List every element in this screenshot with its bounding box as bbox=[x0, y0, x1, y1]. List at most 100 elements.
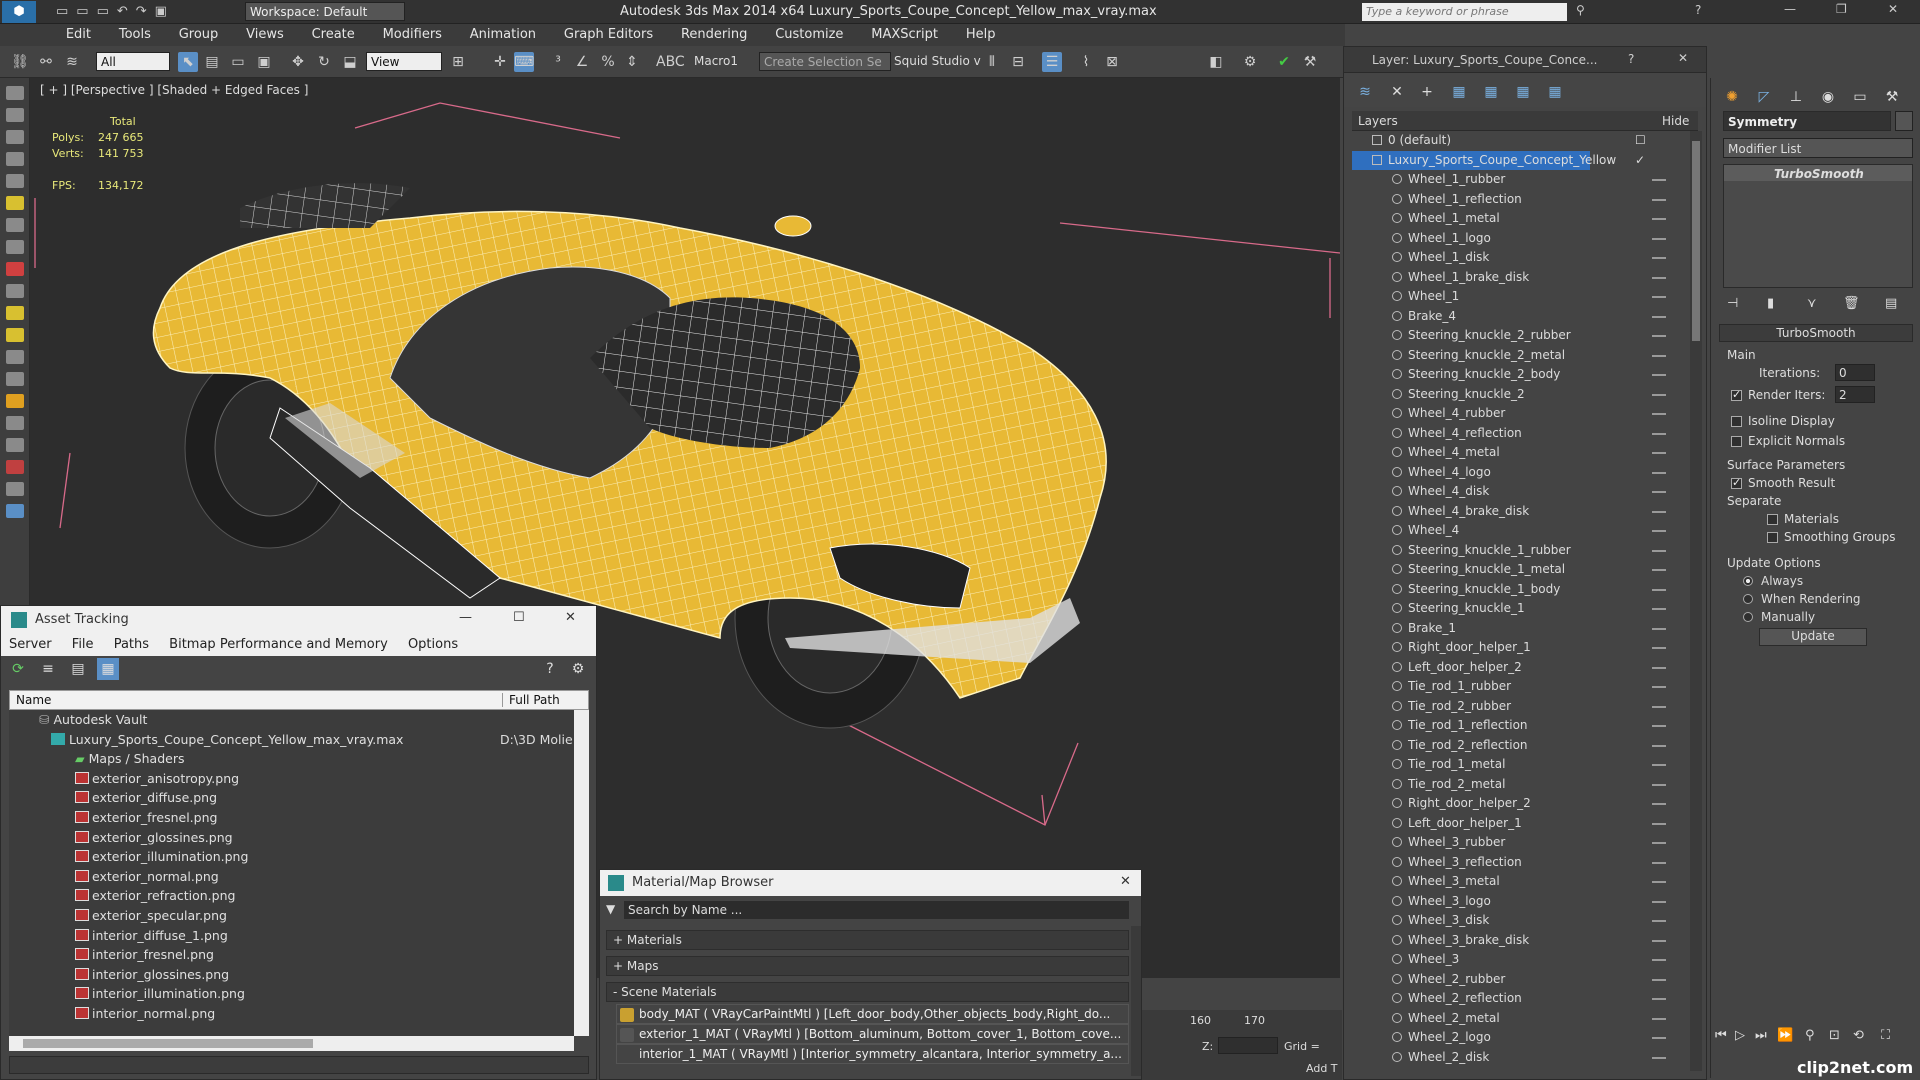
macro-label[interactable]: Macro1 bbox=[694, 54, 738, 68]
spinner-snap-icon[interactable]: ⇕ bbox=[622, 52, 642, 72]
render-iters-spinner[interactable]: 2 bbox=[1835, 386, 1875, 403]
layer-row[interactable]: Right_door_helper_2 bbox=[1352, 794, 1682, 814]
asset-file-row[interactable]: exterior_glossines.png bbox=[9, 828, 574, 848]
asset-file-row[interactable]: interior_glossines.png bbox=[9, 965, 574, 985]
detail-view-icon[interactable]: ▤ bbox=[67, 658, 89, 680]
tool-icon[interactable] bbox=[6, 460, 24, 474]
hide-toggle[interactable] bbox=[1652, 881, 1666, 883]
manually-radio[interactable] bbox=[1743, 612, 1753, 622]
layer-explorer-title[interactable]: Layer: Luxury_Sports_Coupe_Conce... ? ✕ bbox=[1344, 47, 1706, 73]
asset-file-row[interactable]: exterior_fresnel.png bbox=[9, 808, 574, 828]
menu-options[interactable]: Options bbox=[400, 634, 466, 652]
asset-vscrollbar[interactable] bbox=[574, 710, 589, 1036]
scene-material-row[interactable]: interior_1_MAT ( VRayMtl ) [Interior_sym… bbox=[616, 1044, 1129, 1064]
tool-icon[interactable] bbox=[6, 306, 24, 320]
add-layer-icon[interactable]: + bbox=[1416, 81, 1438, 103]
hide-toggle[interactable] bbox=[1652, 393, 1666, 396]
select-object-icon[interactable]: ⬉ bbox=[178, 52, 198, 72]
tool-icon[interactable] bbox=[6, 130, 24, 144]
layer-row[interactable]: Wheel_2_logo bbox=[1352, 1028, 1682, 1048]
highlight-layer-icon[interactable]: ▦ bbox=[1512, 81, 1534, 103]
layer-row[interactable]: Tie_rod_2_reflection bbox=[1352, 736, 1682, 756]
tool-icon[interactable] bbox=[6, 240, 24, 254]
unlink-icon[interactable]: ⚯ bbox=[36, 52, 56, 72]
layer-row[interactable]: Wheel_2_reflection bbox=[1352, 989, 1682, 1009]
maximize-button[interactable]: ☐ bbox=[513, 610, 525, 625]
materials-group[interactable]: + Materials bbox=[606, 930, 1129, 950]
minimize-button[interactable]: — bbox=[459, 610, 472, 625]
layer-row[interactable]: Wheel_4_logo bbox=[1352, 463, 1682, 483]
layer-row[interactable]: Wheel_3_disk bbox=[1352, 911, 1682, 931]
explicit-normals-checkbox[interactable] bbox=[1731, 436, 1742, 447]
hide-toggle[interactable] bbox=[1652, 374, 1666, 376]
material-search-input[interactable]: Search by Name ... bbox=[624, 901, 1129, 919]
tool-icon[interactable] bbox=[6, 86, 24, 100]
asset-file-row[interactable]: exterior_illumination.png bbox=[9, 847, 574, 867]
asset-hscrollbar[interactable] bbox=[9, 1036, 574, 1051]
scene-material-row[interactable]: exterior_1_MAT ( VRayMtl ) [Bottom_alumi… bbox=[616, 1024, 1129, 1044]
motion-tab-icon[interactable]: ◉ bbox=[1817, 86, 1839, 108]
menu-customize[interactable]: Customize bbox=[763, 24, 855, 42]
layer-row[interactable]: Wheel_2_disk bbox=[1352, 1048, 1682, 1068]
tool-icon[interactable] bbox=[6, 196, 24, 210]
layer-row[interactable]: Tie_rod_1_reflection bbox=[1352, 716, 1682, 736]
tool-icon[interactable] bbox=[6, 152, 24, 166]
asset-file-row[interactable]: interior_illumination.png bbox=[9, 984, 574, 1004]
percent-snap-icon[interactable]: % bbox=[598, 52, 618, 72]
isoline-checkbox[interactable] bbox=[1731, 416, 1742, 427]
hide-toggle[interactable] bbox=[1652, 1017, 1666, 1020]
hide-toggle[interactable] bbox=[1652, 569, 1666, 571]
keyboard-shortcut-icon[interactable]: ⌨ bbox=[514, 52, 534, 72]
smooth-result-checkbox[interactable] bbox=[1731, 476, 1742, 489]
browser-options-icon[interactable]: ▼ bbox=[606, 902, 615, 916]
when-rendering-radio[interactable] bbox=[1743, 594, 1753, 604]
modifier-stack[interactable]: TurboSmooth bbox=[1723, 164, 1913, 288]
tool-icon[interactable] bbox=[6, 262, 24, 276]
help-icon[interactable]: ? bbox=[1628, 52, 1634, 66]
pivot-icon[interactable]: ⊞ bbox=[448, 52, 468, 72]
layer-row[interactable]: Wheel_1 bbox=[1352, 287, 1682, 307]
hide-toggle[interactable] bbox=[1652, 686, 1666, 688]
layer-row[interactable]: Wheel_1_rubber bbox=[1352, 170, 1682, 190]
layer-row[interactable]: Wheel_4 bbox=[1352, 521, 1682, 541]
make-unique-icon[interactable]: ⋎ bbox=[1807, 296, 1817, 311]
update-button[interactable]: Update bbox=[1759, 628, 1867, 646]
tree-row-vault[interactable]: ⛁ Autodesk Vault bbox=[9, 710, 574, 730]
hide-toggle[interactable] bbox=[1652, 822, 1666, 825]
tool-icon[interactable] bbox=[6, 108, 24, 122]
material-editor-icon[interactable]: ◧ bbox=[1206, 52, 1226, 72]
hide-toggle[interactable] bbox=[1652, 296, 1666, 298]
hide-toggle[interactable] bbox=[1652, 198, 1666, 201]
hide-toggle[interactable] bbox=[1652, 549, 1666, 552]
hide-toggle[interactable] bbox=[1652, 354, 1666, 357]
rotate-icon[interactable]: ↻ bbox=[314, 52, 334, 72]
rollout-header[interactable]: TurboSmooth bbox=[1719, 324, 1913, 342]
go-start-icon[interactable]: ⏮ bbox=[1715, 1028, 1727, 1043]
play-icon[interactable]: ▷ bbox=[1735, 1028, 1745, 1043]
minimize-button[interactable]: — bbox=[1784, 2, 1796, 16]
binoculars-icon[interactable]: ⚲ bbox=[1576, 3, 1585, 17]
hide-toggle[interactable] bbox=[1652, 491, 1666, 493]
help-icon[interactable]: ? bbox=[539, 658, 561, 680]
settings-icon[interactable]: ⚙ bbox=[567, 658, 589, 680]
scroll-thumb[interactable] bbox=[1692, 141, 1700, 341]
menu-tools[interactable]: Tools bbox=[107, 24, 163, 42]
menu-server[interactable]: Server bbox=[1, 634, 60, 652]
asset-file-row[interactable]: exterior_normal.png bbox=[9, 867, 574, 887]
hide-toggle[interactable] bbox=[1652, 978, 1666, 981]
add-time-tag[interactable]: Add T bbox=[1306, 1062, 1338, 1075]
window-crossing-icon[interactable]: ▣ bbox=[254, 52, 274, 72]
always-radio[interactable] bbox=[1743, 576, 1753, 586]
layer-row[interactable]: Wheel_3 bbox=[1352, 950, 1682, 970]
hide-toggle[interactable] bbox=[1652, 842, 1666, 844]
layer-row[interactable]: Steering_knuckle_1_rubber bbox=[1352, 541, 1682, 561]
tool-icon[interactable] bbox=[6, 328, 24, 342]
configure-sets-icon[interactable]: ▤ bbox=[1885, 296, 1897, 311]
hide-toggle[interactable] bbox=[1652, 413, 1666, 415]
asset-tracking-titlebar[interactable]: Asset Tracking — ☐ ✕ bbox=[1, 606, 596, 634]
table-view-icon[interactable]: ▦ bbox=[97, 658, 119, 680]
active-layer-check-icon[interactable]: ✓ bbox=[1635, 151, 1645, 171]
link-icon[interactable]: ⛓ bbox=[10, 52, 30, 72]
go-end-icon[interactable]: ⏩ bbox=[1777, 1028, 1793, 1043]
tool-icon[interactable] bbox=[6, 218, 24, 232]
